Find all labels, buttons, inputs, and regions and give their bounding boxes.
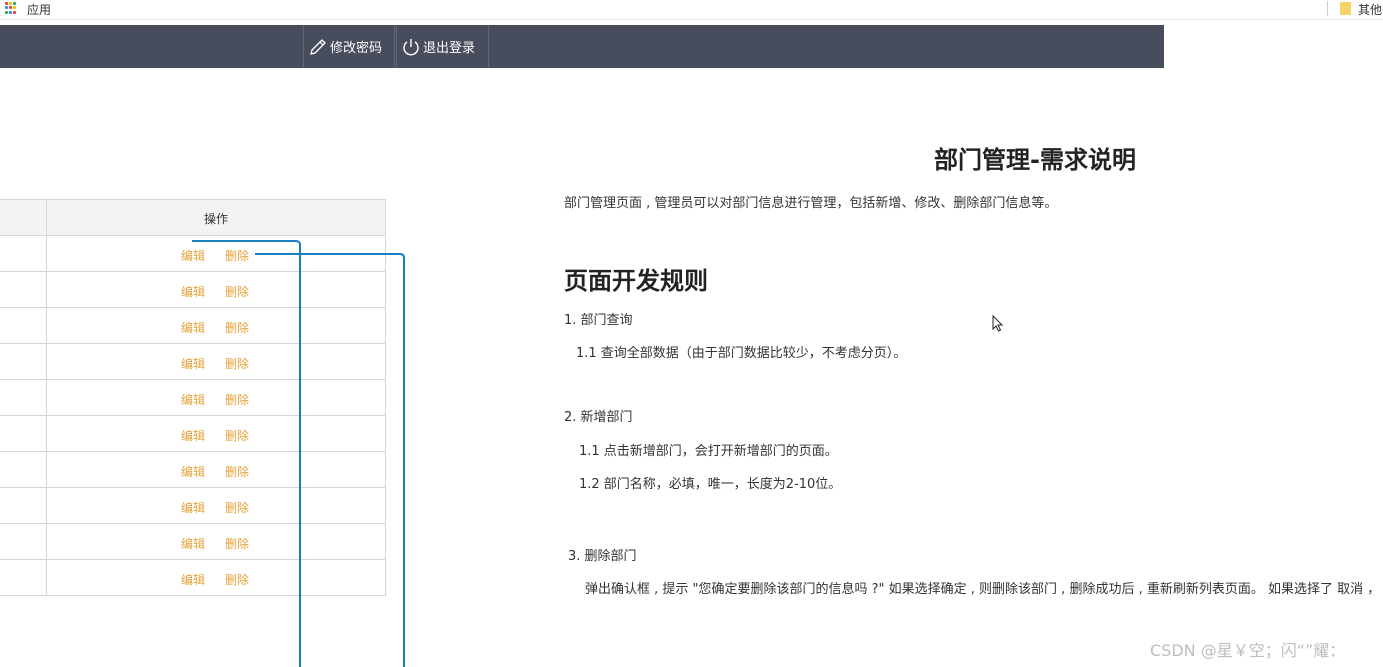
logout-label: 退出登录 bbox=[423, 41, 476, 56]
section-add-item-1: 1.1 点击新增部门，会打开新增部门的页面。 bbox=[579, 444, 838, 459]
section-delete-item: 弹出确认框 , 提示 "您确定要删除该部门的信息吗 ?" 如果选择确定 , 则删… bbox=[585, 582, 1383, 597]
mouse-cursor-icon bbox=[992, 315, 1004, 332]
folder-icon[interactable] bbox=[1340, 2, 1351, 15]
section-add-item-2: 1.2 部门名称，必填，唯一，长度为2-10位。 bbox=[579, 477, 842, 492]
annotation-connector bbox=[192, 240, 405, 667]
bookmarks-divider bbox=[1327, 1, 1328, 16]
rules-heading: 页面开发规则 bbox=[564, 267, 708, 295]
section-query-item: 1.1 查询全部数据（由于部门数据比较少，不考虑分页）。 bbox=[576, 346, 907, 361]
doc-title: 部门管理-需求说明 bbox=[934, 146, 1136, 174]
section-query: 1. 部门查询 bbox=[564, 313, 633, 328]
doc-intro: 部门管理页面 , 管理员可以对部门信息进行管理，包括新增、修改、删除部门信息等。 bbox=[564, 196, 1058, 211]
other-bookmarks-label[interactable]: 其他书签 bbox=[1358, 1, 1383, 18]
watermark: CSDN @星￥空；闪“”耀： bbox=[1150, 641, 1346, 660]
section-add: 2. 新增部门 bbox=[564, 410, 633, 425]
section-delete: 3. 删除部门 bbox=[568, 549, 637, 564]
